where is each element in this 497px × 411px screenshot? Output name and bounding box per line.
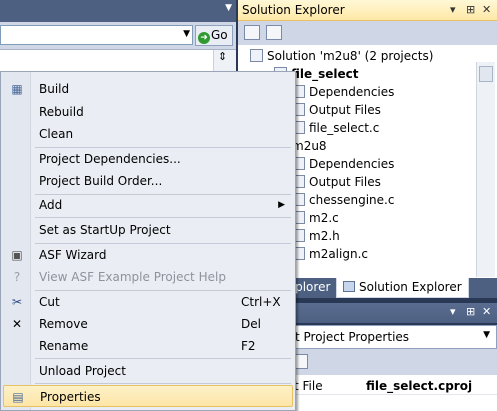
menu-item-shortcut: Ctrl+X <box>241 295 281 309</box>
tree-node-label: m2.h <box>309 229 340 243</box>
menu-item-label: ASF Wizard <box>39 248 107 262</box>
remove-x-icon: ✕ <box>11 317 23 331</box>
tree-node-label: Dependencies <box>309 157 395 171</box>
address-combo[interactable]: ▼ <box>0 25 193 45</box>
go-button[interactable]: ➜ Go <box>195 25 233 46</box>
show-all-files-icon[interactable] <box>266 25 282 40</box>
solution-explorer-tab-icon <box>343 281 355 292</box>
tree-node-folder[interactable]: Dependencies <box>292 155 394 173</box>
solution-explorer-toolbar <box>238 21 497 45</box>
menu-separator <box>35 383 291 384</box>
solution-icon <box>250 49 263 62</box>
close-icon[interactable]: ✕ <box>482 305 491 318</box>
build-icon: ▦ <box>11 82 23 96</box>
solution-explorer-title: Solution Explorer <box>242 3 345 17</box>
menu-item-label: Cut <box>39 295 60 309</box>
combo-dropdown-icon[interactable]: ▼ <box>183 29 190 39</box>
tree-node-folder[interactable]: Output Files <box>292 101 381 119</box>
pin-icon[interactable]: ⊞ <box>466 305 475 318</box>
properties-icon: ▤ <box>12 390 24 404</box>
close-icon[interactable]: ✕ <box>482 3 491 16</box>
tree-node-file[interactable]: chessengine.c <box>292 191 394 209</box>
menu-item-label: View ASF Example Project Help <box>39 270 226 284</box>
menu-item-label: Rename <box>39 339 89 353</box>
combo-dropdown-icon[interactable]: ▼ <box>483 330 490 340</box>
document-tab-strip: ▼ <box>0 0 236 22</box>
solution-tree-scrollbar[interactable] <box>476 62 495 277</box>
submenu-arrow-icon: ▶ <box>278 200 285 210</box>
menu-item-project-build-order[interactable]: Project Build Order... <box>3 170 293 192</box>
menu-item-rename[interactable]: Rename F2 <box>3 335 293 357</box>
tree-node-folder[interactable]: Dependencies <box>292 83 394 101</box>
tree-node-file[interactable]: file_select.c <box>292 119 379 137</box>
property-value: file_select.cproj <box>366 379 473 393</box>
tab-dropdown-icon[interactable]: ▼ <box>225 3 232 13</box>
tree-node-folder[interactable]: Output Files <box>292 173 381 191</box>
menu-item-label: Unload Project <box>39 364 126 378</box>
help-icon: ? <box>13 270 21 284</box>
tree-node-label: m2align.c <box>309 247 368 261</box>
tree-node-label: chessengine.c <box>309 193 395 207</box>
menu-item-build[interactable]: ▦ Build <box>3 78 293 100</box>
menu-item-properties[interactable]: ▤ Properties <box>3 385 293 407</box>
menu-item-label: Build <box>39 82 70 96</box>
context-menu: ▦ Build Rebuild Clean Project Dependenci… <box>0 71 296 411</box>
split-handle-icon[interactable]: ⇕ <box>218 51 227 62</box>
tree-node-label: file_select.c <box>309 121 380 135</box>
menu-item-label: Properties <box>40 390 101 404</box>
go-arrow-icon: ➜ <box>198 32 210 44</box>
properties-object-label: t Project Properties <box>295 330 410 344</box>
tree-node-project[interactable]: m2u8 <box>292 137 327 155</box>
menu-item-asf-help: ? View ASF Example Project Help <box>3 266 293 288</box>
menu-item-set-startup[interactable]: Set as StartUp Project <box>3 219 293 241</box>
tree-node-label: Dependencies <box>309 85 395 99</box>
menu-item-shortcut: F2 <box>241 339 256 353</box>
menu-item-label: Project Build Order... <box>39 174 163 188</box>
menu-item-rebuild[interactable]: Rebuild <box>3 101 293 123</box>
menu-item-project-dependencies[interactable]: Project Dependencies... <box>3 148 293 170</box>
tree-node-label: Output Files <box>309 175 381 189</box>
tree-node-label: m2u8 <box>292 139 327 153</box>
menu-item-label: Add <box>39 198 63 212</box>
solution-explorer-titlebar: Solution Explorer ▾ ⊞ ✕ <box>238 0 497 21</box>
go-label: Go <box>211 28 228 42</box>
tree-node-label: m2.c <box>309 211 339 225</box>
scrollbar-thumb[interactable] <box>479 66 493 82</box>
menu-item-label: Remove <box>39 317 88 331</box>
menu-separator <box>35 217 291 218</box>
properties-toolbar-icon[interactable] <box>244 25 260 40</box>
menu-item-asf-wizard[interactable]: ▣ ASF Wizard <box>3 244 293 266</box>
menu-item-label: Project Dependencies... <box>39 152 181 166</box>
menu-item-label: Rebuild <box>39 105 84 119</box>
menu-item-remove[interactable]: ✕ Remove Del <box>3 313 293 335</box>
tree-node-label: Solution 'm2u8' (2 projects) <box>267 49 434 63</box>
window-dropdown-icon[interactable]: ▾ <box>450 305 456 318</box>
tree-node-file[interactable]: m2.h <box>292 227 340 245</box>
scissors-icon: ✂ <box>11 295 23 309</box>
menu-item-shortcut: Del <box>241 317 261 331</box>
menu-item-label: Set as StartUp Project <box>39 223 171 237</box>
menu-item-clean[interactable]: Clean <box>3 123 293 145</box>
property-name: t File <box>294 379 323 393</box>
pin-icon[interactable]: ⊞ <box>466 3 475 16</box>
asf-wizard-icon: ▣ <box>11 248 23 262</box>
tree-node-label: file_select <box>291 67 359 81</box>
menu-item-unload-project[interactable]: Unload Project <box>3 360 293 382</box>
menu-item-cut[interactable]: ✂ Cut Ctrl+X <box>3 291 293 313</box>
tree-node-label: Output Files <box>309 103 381 117</box>
menu-separator <box>35 358 291 359</box>
web-toolbar: ▼ ➜ Go <box>0 22 236 50</box>
menu-item-add[interactable]: Add ▶ <box>3 194 293 216</box>
window-dropdown-icon[interactable]: ▾ <box>450 3 456 16</box>
tree-node-file[interactable]: m2align.c <box>292 245 368 263</box>
tab-label: Solution Explorer <box>359 280 462 294</box>
menu-item-label: Clean <box>39 127 74 141</box>
tree-node-file[interactable]: m2.c <box>292 209 339 227</box>
tree-node-solution[interactable]: Solution 'm2u8' (2 projects) <box>250 47 433 65</box>
tab-solution-explorer[interactable]: Solution Explorer <box>336 278 469 298</box>
